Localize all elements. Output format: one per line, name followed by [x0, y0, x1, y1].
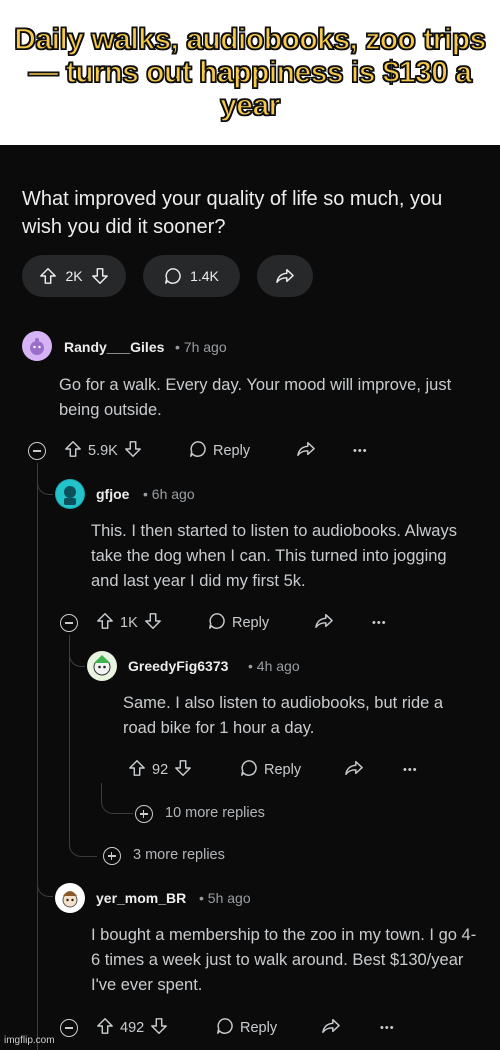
reply-label: Reply	[240, 1020, 278, 1036]
comment-body: This. I then started to listen to audiob…	[91, 522, 457, 590]
more-icon: •••	[372, 617, 387, 629]
share-icon	[321, 1017, 341, 1039]
thread-connector	[37, 463, 53, 495]
downvote-icon[interactable]	[91, 267, 109, 285]
comment-time: • 5h ago	[199, 890, 251, 906]
reply-button[interactable]: Reply	[208, 609, 269, 637]
avatar[interactable]	[55, 883, 85, 913]
vote-count: 5.9K	[88, 443, 118, 459]
reply-label: Reply	[232, 615, 270, 631]
reply-button[interactable]: Reply	[240, 756, 301, 784]
expand-icon[interactable]	[135, 805, 153, 823]
watermark: imgflip.com	[4, 1035, 55, 1046]
share-icon	[296, 440, 316, 462]
reply-button[interactable]: Reply	[216, 1014, 277, 1042]
expand-icon[interactable]	[103, 847, 121, 865]
more-icon: •••	[353, 445, 368, 457]
upvote-icon[interactable]	[96, 612, 114, 634]
vote-count: 92	[152, 762, 169, 778]
vote-control: 5.9K	[64, 437, 142, 465]
comment-body: Same. I also listen to audiobooks, but r…	[123, 694, 444, 737]
avatar[interactable]	[22, 331, 52, 361]
comment-username[interactable]: Randy___Giles	[64, 339, 164, 355]
comment-username[interactable]: GreedyFig6373	[128, 658, 228, 674]
more-options-button[interactable]: •••	[380, 1014, 395, 1042]
reddit-thread: What improved your quality of life so mu…	[0, 145, 500, 1050]
share-button[interactable]	[321, 1014, 341, 1042]
comment-time: • 7h ago	[175, 339, 227, 355]
vote-control: 492	[96, 1014, 168, 1042]
comment-time: • 6h ago	[143, 486, 195, 502]
downvote-icon[interactable]	[124, 440, 142, 462]
caption-text: Daily walks, audiobooks, zoo trips — tur…	[14, 22, 487, 122]
reply-button[interactable]: Reply	[189, 437, 250, 465]
comment-actions: 1K Reply •••	[0, 609, 500, 637]
more-options-button[interactable]: •••	[353, 437, 368, 465]
comment-username[interactable]: yer_mom_BR	[96, 890, 186, 906]
comment-time: • 4h ago	[248, 658, 300, 674]
reply-label: Reply	[213, 443, 251, 459]
upvote-icon[interactable]	[64, 440, 82, 462]
comment-actions: 5.9K Reply •••	[0, 437, 500, 465]
comment-body: Go for a walk. Every day. Your mood will…	[59, 376, 452, 419]
share-button[interactable]	[257, 255, 313, 297]
post-vote-count: 2K	[65, 268, 83, 284]
more-replies-link[interactable]: 10 more replies	[165, 805, 265, 821]
more-options-button[interactable]: •••	[403, 756, 418, 784]
more-icon: •••	[380, 1022, 395, 1034]
post-title: What improved your quality of life so mu…	[22, 188, 443, 238]
comment-actions: 492 Reply •••	[0, 1014, 500, 1042]
comment-icon	[208, 612, 226, 634]
collapse-icon[interactable]	[28, 442, 46, 460]
more-icon: •••	[403, 764, 418, 776]
vote-control: 1K	[96, 609, 162, 637]
comment-username[interactable]: gfjoe	[96, 486, 129, 502]
share-icon	[344, 759, 364, 781]
thread-connector	[37, 865, 53, 897]
avatar[interactable]	[55, 479, 85, 509]
share-icon	[314, 612, 334, 634]
share-button[interactable]	[344, 756, 364, 784]
comment-icon	[164, 267, 182, 285]
upvote-icon[interactable]	[39, 267, 57, 285]
meme-caption: Daily walks, audiobooks, zoo trips — tur…	[0, 0, 500, 145]
more-replies-link[interactable]: 3 more replies	[133, 847, 225, 863]
share-icon	[275, 267, 295, 285]
post-comment-count: 1.4K	[190, 268, 219, 284]
share-button[interactable]	[296, 437, 316, 465]
collapse-icon[interactable]	[60, 614, 78, 632]
comment-icon	[216, 1017, 234, 1039]
comment-actions: 92 Reply •••	[0, 756, 500, 784]
vote-control: 92	[128, 756, 192, 784]
more-options-button[interactable]: •••	[372, 609, 387, 637]
share-button[interactable]	[314, 609, 334, 637]
downvote-icon[interactable]	[174, 759, 192, 781]
vote-count: 492	[120, 1020, 145, 1036]
avatar[interactable]	[87, 651, 117, 681]
comment-icon	[240, 759, 258, 781]
comment-icon	[189, 440, 207, 462]
reply-label: Reply	[264, 762, 302, 778]
thread-connector	[69, 635, 85, 667]
thread-connector	[101, 783, 133, 814]
downvote-icon[interactable]	[144, 612, 162, 634]
vote-count: 1K	[120, 615, 138, 631]
upvote-icon[interactable]	[128, 759, 146, 781]
collapse-icon[interactable]	[60, 1019, 78, 1037]
upvote-icon[interactable]	[96, 1017, 114, 1039]
downvote-icon[interactable]	[150, 1017, 168, 1039]
comment-body: I bought a membership to the zoo in my t…	[91, 926, 477, 994]
comments-button[interactable]: 1.4K	[143, 255, 240, 297]
vote-pill: 2K	[22, 255, 126, 297]
